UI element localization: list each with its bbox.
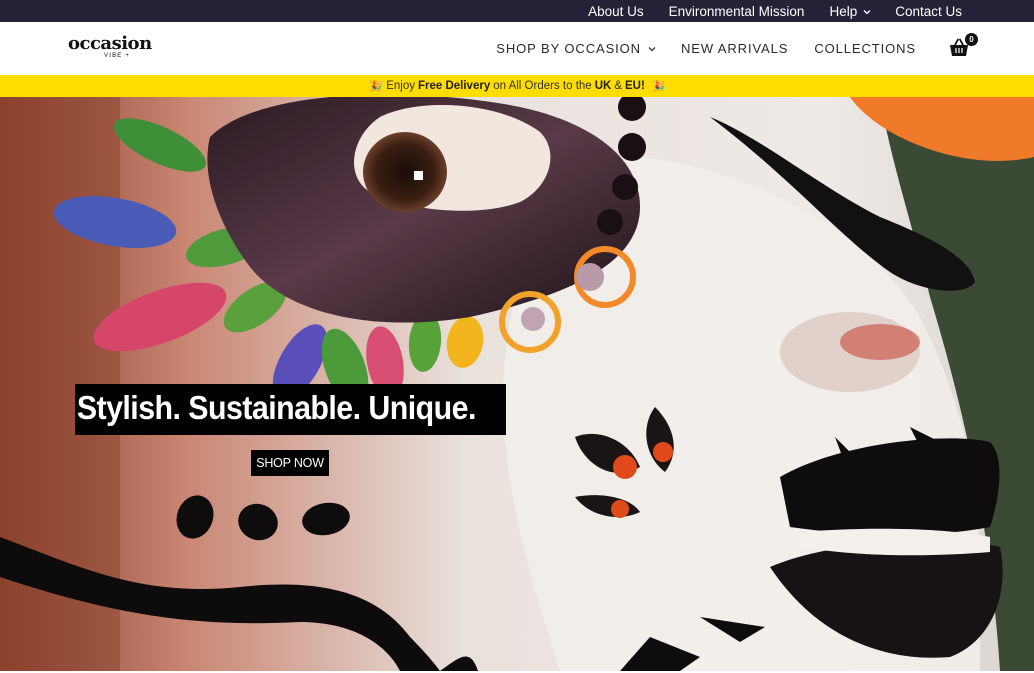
main-header: occasion VIBE + SHOP BY OCCASION NEW ARR…	[0, 22, 1034, 75]
shop-now-button[interactable]: SHOP NOW	[251, 450, 329, 476]
nav-new-arrivals[interactable]: NEW ARRIVALS	[681, 41, 788, 56]
contact-us-link[interactable]: Contact Us	[895, 4, 962, 19]
hero-headline-box: Stylish. Sustainable. Unique.	[75, 384, 506, 435]
party-popper-icon: 🎉	[368, 80, 383, 93]
announce-prefix: Enjoy	[386, 80, 415, 92]
announce-amp: &	[614, 80, 622, 92]
help-menu[interactable]: Help	[829, 3, 871, 19]
announcement-bar: 🎉 Enjoy Free Delivery on All Orders to t…	[0, 75, 1034, 97]
nav-shop-by-occasion[interactable]: SHOP BY OCCASION	[496, 41, 656, 56]
nav-shop-by-occasion-label: SHOP BY OCCASION	[496, 41, 641, 56]
announce-uk: UK	[594, 80, 612, 92]
environmental-mission-link[interactable]: Environmental Mission	[669, 4, 805, 19]
environmental-mission-label: Environmental Mission	[668, 3, 805, 19]
nav-collections-label: COLLECTIONS	[814, 41, 916, 56]
party-popper-icon: 🎉	[651, 80, 666, 93]
site-logo[interactable]: occasion VIBE +	[68, 33, 152, 63]
announce-middle: on All Orders to the	[493, 80, 592, 92]
announce-eu: EU!	[624, 80, 645, 92]
chevron-down-icon	[863, 8, 871, 15]
help-label: Help	[829, 3, 858, 19]
nav-collections[interactable]: COLLECTIONS	[814, 41, 916, 56]
contact-us-label: Contact Us	[895, 3, 962, 19]
chevron-down-icon	[648, 45, 656, 52]
logo-subtext: VIBE +	[104, 53, 131, 59]
hero-headline: Stylish. Sustainable. Unique.	[76, 389, 477, 426]
about-us-label: About Us	[588, 3, 644, 19]
cart-count-badge: 0	[965, 33, 978, 46]
cart-button[interactable]: 0	[949, 33, 979, 61]
utility-links: About Us Environmental Mission Help Cont…	[588, 0, 962, 22]
about-us-link[interactable]: About Us	[588, 4, 644, 19]
nav-new-arrivals-label: NEW ARRIVALS	[680, 41, 789, 56]
main-nav: SHOP BY OCCASION NEW ARRIVALS COLLECTION…	[496, 22, 916, 75]
utility-bar: About Us Environmental Mission Help Cont…	[0, 0, 1034, 22]
hero-banner: Stylish. Sustainable. Unique. SHOP NOW	[0, 97, 1034, 671]
logo-wordmark: occasion	[68, 33, 152, 54]
announce-free-delivery: Free Delivery	[417, 80, 491, 92]
